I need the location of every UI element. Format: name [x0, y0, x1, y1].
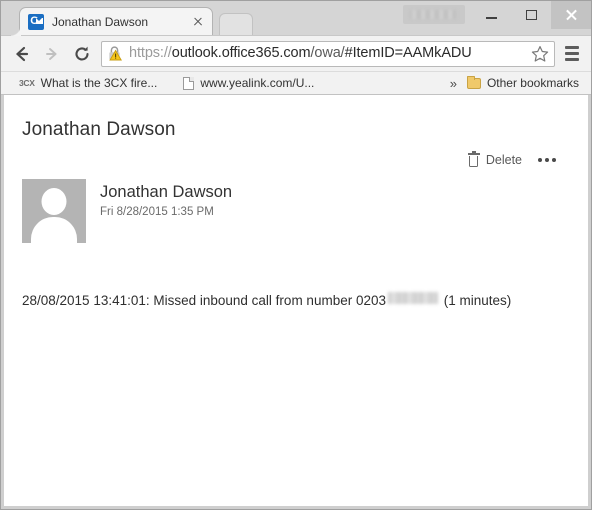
- message-command-bar: Delete: [22, 151, 570, 167]
- close-window-button[interactable]: [551, 1, 591, 29]
- sender-name: Jonathan Dawson: [100, 183, 233, 201]
- bookmark-item-yealink[interactable]: www.yealink.com/U...: [177, 74, 320, 92]
- 3cx-icon: 3CX: [19, 78, 35, 88]
- url-domain: outlook.office365.com: [171, 46, 311, 61]
- back-arrow-icon: [16, 46, 29, 61]
- forward-button[interactable]: [37, 39, 67, 69]
- bookmarks-right-group: » Other bookmarks: [446, 74, 585, 92]
- browser-menu-button[interactable]: [559, 40, 585, 68]
- address-bar[interactable]: https://outlook.office365.com/owa/#ItemI…: [101, 40, 555, 67]
- reload-icon: [75, 46, 89, 60]
- other-bookmarks-label: Other bookmarks: [486, 76, 579, 90]
- url-path: /owa/: [310, 46, 345, 61]
- browser-toolbar: https://outlook.office365.com/owa/#ItemI…: [1, 35, 591, 71]
- folder-icon: [466, 75, 481, 89]
- owa-message-view: Jonathan Dawson Delete Jonathan Dawson F…: [4, 95, 588, 506]
- url-fragment: #ItemID=AAMkADU: [344, 46, 472, 61]
- hamburger-icon: [565, 46, 579, 49]
- window-controls: [403, 1, 591, 29]
- message-body: 28/08/2015 13:41:01: Missed inbound call…: [22, 292, 570, 308]
- message-body-prefix: 28/08/2015 13:41:01: Missed inbound call…: [22, 293, 386, 308]
- sender-block: Jonathan Dawson Fri 8/28/2015 1:35 PM: [22, 179, 570, 243]
- sender-meta: Jonathan Dawson Fri 8/28/2015 1:35 PM: [100, 179, 232, 218]
- maximize-button[interactable]: [511, 1, 551, 29]
- tab-title: Jonathan Dawson: [52, 14, 149, 29]
- avatar: [22, 179, 86, 243]
- close-icon[interactable]: [190, 14, 206, 30]
- browser-tab[interactable]: O Jonathan Dawson: [11, 7, 213, 36]
- back-button[interactable]: [7, 39, 37, 69]
- bookmark-item-3cx[interactable]: 3CX What is the 3CX fire...: [13, 74, 163, 92]
- more-actions-button[interactable]: [538, 158, 556, 162]
- reload-button[interactable]: [67, 39, 97, 69]
- page-title: Jonathan Dawson: [22, 119, 176, 140]
- ellipsis-icon: [545, 158, 549, 162]
- ellipsis-icon: [538, 158, 542, 162]
- message-body-suffix: (1 minutes): [440, 293, 512, 308]
- user-profile-chip[interactable]: [403, 5, 465, 24]
- outlook-favicon: O: [28, 13, 44, 30]
- other-bookmarks-folder[interactable]: Other bookmarks: [461, 74, 585, 92]
- delete-button[interactable]: Delete: [467, 151, 522, 167]
- minimize-button[interactable]: [471, 1, 511, 29]
- trash-icon: [467, 151, 480, 167]
- delete-label: Delete: [485, 153, 522, 167]
- person-avatar-icon: [41, 188, 67, 215]
- bookmark-label: www.yealink.com/U...: [200, 76, 315, 90]
- page-viewport: Jonathan Dawson Delete Jonathan Dawson F…: [1, 95, 591, 509]
- hamburger-icon: [565, 52, 579, 55]
- warning-padlock-icon[interactable]: [107, 45, 124, 62]
- title-bar: O Jonathan Dawson: [1, 1, 591, 36]
- forward-arrow-icon: [46, 47, 57, 60]
- hamburger-icon: [565, 58, 579, 61]
- ellipsis-icon: [552, 158, 556, 162]
- browser-window: O Jonathan Dawson https://outlook.office…: [0, 0, 592, 510]
- bookmark-label: What is the 3CX fire...: [40, 76, 158, 90]
- star-icon[interactable]: [530, 44, 550, 64]
- url-text: https://outlook.office365.com/owa/#ItemI…: [129, 46, 530, 61]
- new-tab-button[interactable]: [219, 13, 253, 35]
- bookmarks-overflow-button[interactable]: »: [450, 76, 457, 91]
- bookmarks-bar: 3CX What is the 3CX fire... www.yealink.…: [1, 71, 591, 95]
- redacted-phone-number: [388, 292, 438, 304]
- sender-date: Fri 8/28/2015 1:35 PM: [100, 205, 214, 218]
- page-icon: [183, 76, 195, 90]
- url-scheme: https://: [129, 46, 172, 61]
